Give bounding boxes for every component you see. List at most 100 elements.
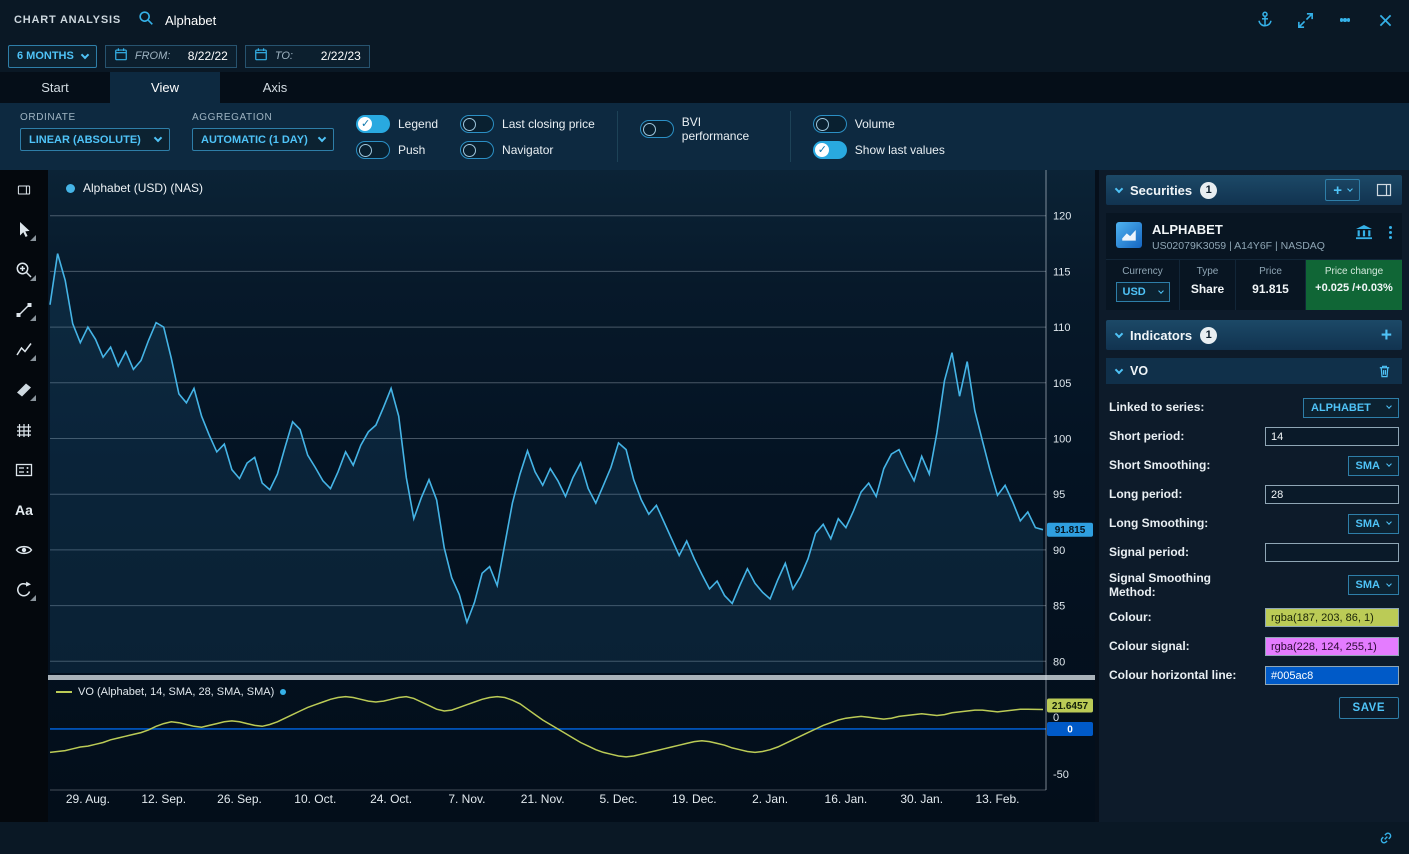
- range-select[interactable]: 6 MONTHS: [8, 45, 97, 68]
- colour-signal-input[interactable]: [1265, 637, 1399, 656]
- plus-icon: +: [1333, 183, 1342, 198]
- tab-axis[interactable]: Axis: [220, 72, 330, 103]
- security-name: ALPHABET: [1152, 222, 1345, 237]
- toggle-switch[interactable]: [640, 120, 674, 138]
- chevron-down-icon: [81, 50, 89, 58]
- colour-horizontal-line-input[interactable]: [1265, 666, 1399, 685]
- legend-panel-icon[interactable]: [11, 458, 37, 481]
- toggle-switch[interactable]: [356, 115, 390, 133]
- signal-smoothing-select[interactable]: SMA: [1348, 575, 1399, 595]
- toggle-col-4: Volume Show last values: [813, 109, 945, 164]
- dock-panel-icon[interactable]: [1376, 183, 1392, 197]
- text-tool-icon[interactable]: Aa: [11, 498, 37, 521]
- chevron-down-icon: [154, 134, 162, 142]
- form-row-short-smoothing: Short Smoothing: SMA: [1109, 451, 1399, 480]
- from-value: 8/22/22: [188, 49, 228, 63]
- svg-text:95: 95: [1053, 489, 1065, 501]
- short-period-input[interactable]: [1265, 427, 1399, 446]
- chevron-down-icon: [1386, 519, 1392, 525]
- svg-text:29. Aug.: 29. Aug.: [66, 792, 110, 806]
- short-smoothing-select[interactable]: SMA: [1348, 456, 1399, 476]
- toggle-switch[interactable]: [356, 141, 390, 159]
- menu-kebab-icon[interactable]: [1335, 10, 1355, 30]
- toggle-switch[interactable]: [813, 115, 847, 133]
- cursor-tool-icon[interactable]: [11, 218, 37, 241]
- svg-text:19. Dec.: 19. Dec.: [672, 792, 717, 806]
- svg-text:30. Jan.: 30. Jan.: [900, 792, 943, 806]
- search-icon[interactable]: [137, 9, 155, 32]
- anchor-icon[interactable]: [1255, 10, 1275, 30]
- colour-input[interactable]: [1265, 608, 1399, 627]
- add-indicator-icon[interactable]: +: [1381, 326, 1392, 345]
- securities-header[interactable]: Securities 1 +: [1106, 175, 1402, 205]
- link-icon[interactable]: [1377, 829, 1395, 847]
- form-row-colour-signal: Colour signal:: [1109, 632, 1399, 661]
- ribbon-divider: [790, 111, 791, 162]
- currency-select[interactable]: USD: [1116, 282, 1170, 302]
- add-security-button[interactable]: +: [1325, 179, 1360, 201]
- indicators-count-badge: 1: [1200, 327, 1217, 344]
- channel-tool-icon[interactable]: [11, 378, 37, 401]
- vo-settings-form: Linked to series: ALPHABET Short period:…: [1106, 384, 1402, 719]
- form-row-colour-hline: Colour horizontal line:: [1109, 661, 1399, 690]
- maximize-icon[interactable]: [1295, 10, 1315, 30]
- chart-canvas[interactable]: 120115110105100959085800-5029. Aug.12. S…: [48, 170, 1095, 815]
- save-button[interactable]: SAVE: [1339, 697, 1399, 719]
- svg-text:10. Oct.: 10. Oct.: [294, 792, 336, 806]
- vo-legend-dot[interactable]: [280, 689, 286, 695]
- toggle-navigator[interactable]: Navigator: [460, 141, 595, 159]
- ribbon-divider: [617, 111, 618, 162]
- tab-view[interactable]: View: [110, 72, 220, 103]
- close-icon[interactable]: [1375, 10, 1395, 30]
- zoom-in-tool-icon[interactable]: [11, 258, 37, 281]
- search-input[interactable]: [163, 12, 303, 29]
- collapse-chevron-icon[interactable]: [1115, 184, 1123, 192]
- form-row-signal-period: Signal period:: [1109, 538, 1399, 567]
- to-date-field[interactable]: TO: 2/22/23: [245, 45, 370, 68]
- securities-count-badge: 1: [1200, 182, 1217, 199]
- from-date-field[interactable]: FROM: 8/22/22: [105, 45, 237, 68]
- undo-rotate-icon[interactable]: [11, 578, 37, 601]
- tab-start[interactable]: Start: [0, 72, 110, 103]
- toggle-show-last-values[interactable]: Show last values: [813, 141, 945, 159]
- toggle-switch[interactable]: [813, 141, 847, 159]
- ordinate-select[interactable]: LINEAR (ABSOLUTE): [20, 128, 170, 151]
- zigzag-tool-icon[interactable]: [11, 338, 37, 361]
- delete-indicator-trash-icon[interactable]: [1377, 363, 1392, 379]
- vo-legend-label: VO (Alphabet, 14, SMA, 28, SMA, SMA): [78, 686, 274, 698]
- form-row-linked-series: Linked to series: ALPHABET: [1109, 393, 1399, 422]
- linked-series-select[interactable]: ALPHABET: [1303, 398, 1399, 418]
- toggle-push[interactable]: Push: [356, 141, 438, 159]
- to-label: TO:: [275, 50, 293, 62]
- grid-tool-icon[interactable]: [11, 418, 37, 441]
- toggle-bvi-performance[interactable]: BVI performance: [640, 115, 768, 143]
- security-card[interactable]: ALPHABET US02079K3059 | A14Y6F | NASDAQ …: [1106, 213, 1402, 310]
- securities-title: Securities: [1130, 183, 1192, 198]
- security-menu-icon[interactable]: [1389, 224, 1393, 241]
- toggle-switch[interactable]: [460, 115, 494, 133]
- toggle-switch[interactable]: [460, 141, 494, 159]
- toggle-legend[interactable]: Legend: [356, 115, 438, 133]
- collapse-chevron-icon[interactable]: [1115, 365, 1123, 373]
- collapse-chevron-icon[interactable]: [1115, 329, 1123, 337]
- long-smoothing-select[interactable]: SMA: [1348, 514, 1399, 534]
- signal-period-input[interactable]: [1265, 543, 1399, 562]
- price-series-legend[interactable]: Alphabet (USD) (NAS): [66, 181, 203, 195]
- to-value: 2/22/23: [321, 49, 361, 63]
- calendar-icon[interactable]: [114, 47, 128, 66]
- chevron-down-icon: [318, 134, 326, 142]
- indicators-header[interactable]: Indicators 1 +: [1106, 320, 1402, 350]
- exchange-bank-icon[interactable]: [1355, 224, 1373, 245]
- svg-text:105: 105: [1053, 378, 1071, 390]
- toggle-volume[interactable]: Volume: [813, 115, 945, 133]
- calendar-icon[interactable]: [254, 47, 268, 66]
- vo-indicator-header[interactable]: VO: [1106, 358, 1402, 384]
- trendline-tool-icon[interactable]: [11, 298, 37, 321]
- visibility-eye-icon[interactable]: [11, 538, 37, 561]
- toggle-last-closing-price[interactable]: Last closing price: [460, 115, 595, 133]
- long-period-input[interactable]: [1265, 485, 1399, 504]
- vo-indicator-legend[interactable]: VO (Alphabet, 14, SMA, 28, SMA, SMA): [56, 686, 286, 698]
- panel-toggle-icon[interactable]: [11, 178, 37, 201]
- aggregation-select[interactable]: AUTOMATIC (1 DAY): [192, 128, 334, 151]
- titlebar: CHART ANALYSIS: [0, 0, 1409, 40]
